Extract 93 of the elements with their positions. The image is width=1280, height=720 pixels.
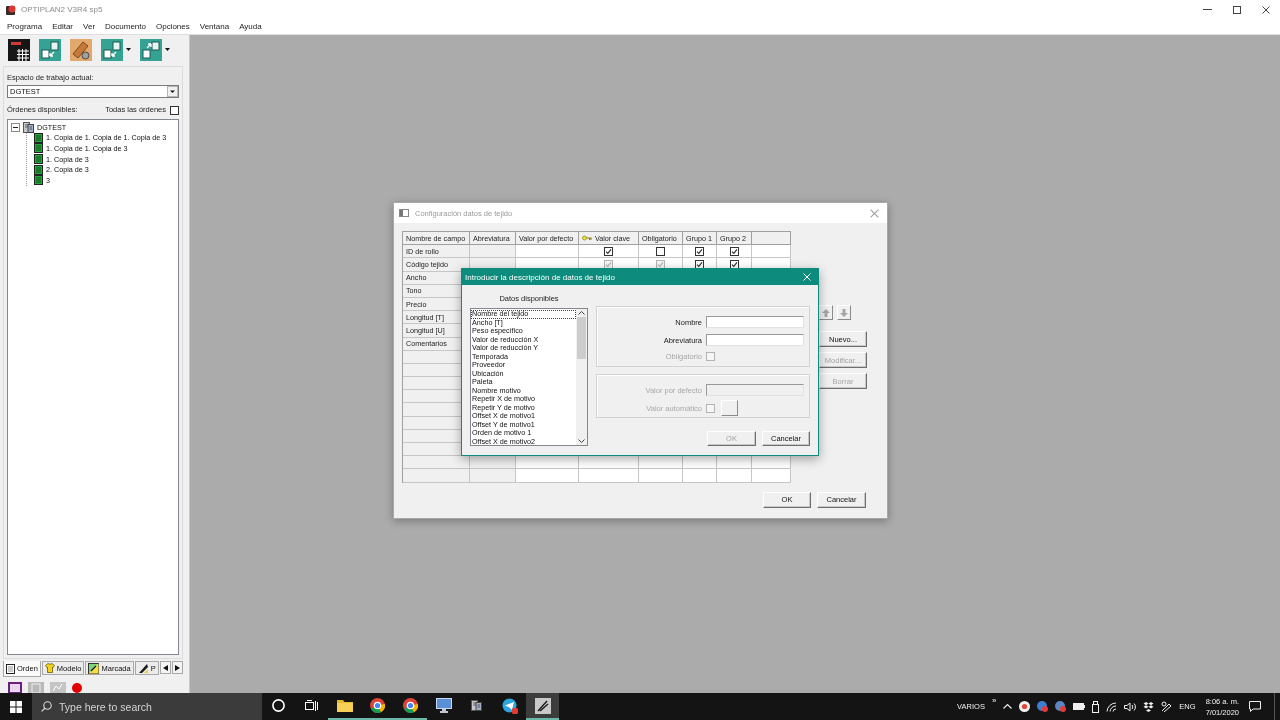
table-cell [579,469,639,483]
monitor-icon [435,698,452,713]
app-icon [6,4,16,15]
table-cell [717,469,752,483]
record-button[interactable] [72,682,82,693]
checkbox[interactable] [170,105,179,115]
close-icon [1261,5,1270,14]
search-icon [41,701,52,712]
scroll-right-button[interactable] [171,661,183,674]
app-badge-icon[interactable] [1037,701,1049,712]
circle-icon [272,699,285,712]
browser-icon [370,698,385,713]
scroll-up-icon[interactable] [578,311,585,315]
toolbar-button[interactable] [69,37,93,62]
close-icon [869,208,879,218]
input-field[interactable] [706,334,804,346]
battery-icon[interactable] [1073,703,1086,710]
usb-drive-icon[interactable] [1092,700,1100,713]
table-cell [579,456,639,470]
table-cell [470,469,516,483]
window-title: OPTIPLAN2 V3R4 sp5 [21,5,104,14]
scroll-thumb[interactable] [577,317,586,359]
input-field[interactable] [706,316,804,328]
close-icon [803,273,811,281]
caret-icon [126,48,131,51]
taskbar-app[interactable] [526,693,559,720]
table-cell [639,469,683,483]
browser-icon [403,698,418,713]
checkbox[interactable] [695,246,704,256]
table-cell [516,456,579,470]
checkbox[interactable] [729,246,739,256]
menu-item[interactable]: Documento [100,20,151,33]
table-cell [516,469,579,483]
scroll-down-icon[interactable] [578,439,585,443]
minimize-icon [1203,9,1212,10]
table-cell [403,469,470,483]
document-icon [34,175,43,186]
collapse-icon[interactable] [11,122,20,132]
marker-icon [88,662,100,674]
pattern-icon [137,662,149,674]
arrow-up-icon [822,308,830,317]
toolbar-button[interactable] [7,37,31,62]
grid-icon [8,38,30,61]
table-cell [683,469,717,483]
menu-item[interactable]: Ver [78,20,101,33]
wifi-icon[interactable] [1106,701,1118,712]
key-icon [582,235,592,242]
search-field[interactable]: Type here to search [32,693,262,720]
task-view-icon [305,699,318,712]
window-icon [399,209,409,217]
table-cell [752,456,791,470]
menu-item[interactable]: Opciones [150,20,195,33]
caret-icon [165,48,170,51]
record-icon [72,683,82,693]
table-cell [683,456,717,470]
table-cell [717,456,752,470]
document-icon [6,663,15,674]
pen-icon[interactable] [1161,701,1173,712]
record-icon[interactable] [1019,701,1031,712]
arrow-down-icon [840,308,848,317]
document-icon [34,132,43,143]
document-icon [34,143,43,154]
checkbox[interactable] [604,246,613,256]
start-icon [10,700,22,713]
server-icon [471,700,482,711]
document-icon [34,154,43,165]
more-button[interactable]: » [991,696,997,705]
checkbox[interactable] [656,246,665,256]
toolbar-button[interactable] [8,682,22,693]
document-icon [34,164,43,175]
scrollbar[interactable] [576,309,587,445]
folder-icon [336,699,353,712]
roll-gear-icon [70,38,92,61]
menu-item[interactable]: Ayuda [234,20,267,33]
shirt-icon [44,663,55,673]
server-icon [23,121,34,133]
triangle-left-icon [162,664,168,671]
menu-item[interactable]: Editar [47,20,79,33]
speaker-icon[interactable] [1124,701,1137,712]
chevron-up-icon[interactable] [1003,704,1013,709]
maximize-icon [1232,5,1241,14]
menu-item[interactable]: Ventana [194,20,235,33]
paper-plane-icon [501,697,518,714]
menu-item[interactable]: Programa [2,20,48,33]
table-cell [639,456,683,470]
scroll-left-button[interactable] [159,661,171,674]
app-badge-icon[interactable] [1055,701,1067,712]
pen-icon [534,697,551,714]
boxes-icon[interactable] [1143,701,1155,712]
notification-icon[interactable] [1249,701,1261,712]
triangle-right-icon [174,664,180,671]
table-cell [470,245,516,259]
table-cell [752,469,791,483]
